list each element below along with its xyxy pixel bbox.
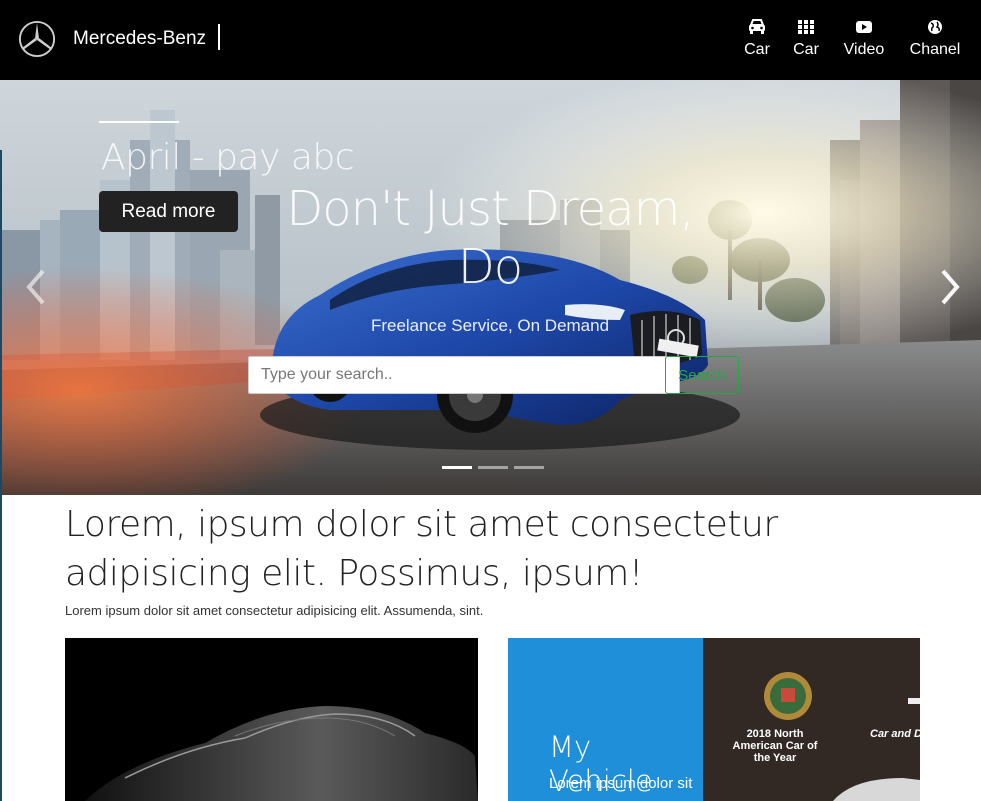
- nav-item-label: Car: [793, 41, 819, 58]
- nav-item-label: Chanel: [909, 41, 961, 58]
- carousel-indicator-3[interactable]: [514, 466, 544, 469]
- nav-item-label: Car: [744, 41, 770, 58]
- brand-divider: [218, 24, 220, 50]
- hero-subtitle: Freelance Service, On Demand: [370, 316, 610, 335]
- carousel-prev-arrow-icon[interactable]: [19, 265, 53, 309]
- nav-item-label: Video: [843, 41, 885, 58]
- left-edge-accent: [0, 150, 2, 801]
- car-silhouette-card[interactable]: [65, 638, 478, 801]
- read-more-button[interactable]: Read more: [99, 191, 238, 232]
- carousel-indicator-1[interactable]: [442, 466, 472, 469]
- section-heading: Lorem, ipsum dolor sit amet consectetur …: [65, 504, 778, 594]
- award-text-2: Car and D a reco: [870, 728, 920, 740]
- search-input[interactable]: [248, 356, 680, 394]
- my-vehicle-text: Lorem ipsum dolor sit: [549, 775, 693, 792]
- grid-icon: [798, 20, 814, 34]
- top-navbar: Mercedes-Benz Car Car Video Chanel: [0, 0, 981, 80]
- youtube-icon: [856, 21, 872, 33]
- globe-icon: [928, 20, 942, 34]
- carousel-next-arrow-icon[interactable]: [933, 265, 967, 309]
- hero-title: Don't Just Dream, Do: [286, 181, 694, 295]
- award-text: 2018 North American Car of the Year: [732, 728, 818, 764]
- carousel-indicators: [442, 466, 546, 470]
- nav-item-chanel[interactable]: Chanel: [907, 18, 963, 68]
- caption-line: [99, 121, 179, 123]
- slide-caption: April - pay abc: [101, 137, 355, 178]
- brand-name[interactable]: Mercedes-Benz: [73, 28, 206, 50]
- award-background: [703, 638, 920, 801]
- mercedes-star-logo[interactable]: [18, 20, 56, 58]
- nav-item-video[interactable]: Video: [836, 18, 892, 68]
- nav-item-car-grid[interactable]: Car: [778, 18, 834, 68]
- hero-carousel: April - pay abc Read more Don't Just Dre…: [0, 80, 981, 495]
- section-subtext: Lorem ipsum dolor sit amet consectetur a…: [65, 603, 484, 618]
- my-vehicle-panel: My Vehicle Lorem ipsum dolor sit: [508, 638, 703, 801]
- award-image: 2018 North American Car of the Year Car …: [703, 638, 920, 801]
- car-silhouette-image: [85, 706, 478, 801]
- carousel-indicator-2[interactable]: [478, 466, 508, 469]
- car-icon: [749, 19, 765, 34]
- my-vehicle-card[interactable]: My Vehicle Lorem ipsum dolor sit 2018 No…: [508, 638, 920, 801]
- nav-item-car[interactable]: Car: [729, 18, 785, 68]
- search-button[interactable]: Search: [665, 356, 739, 394]
